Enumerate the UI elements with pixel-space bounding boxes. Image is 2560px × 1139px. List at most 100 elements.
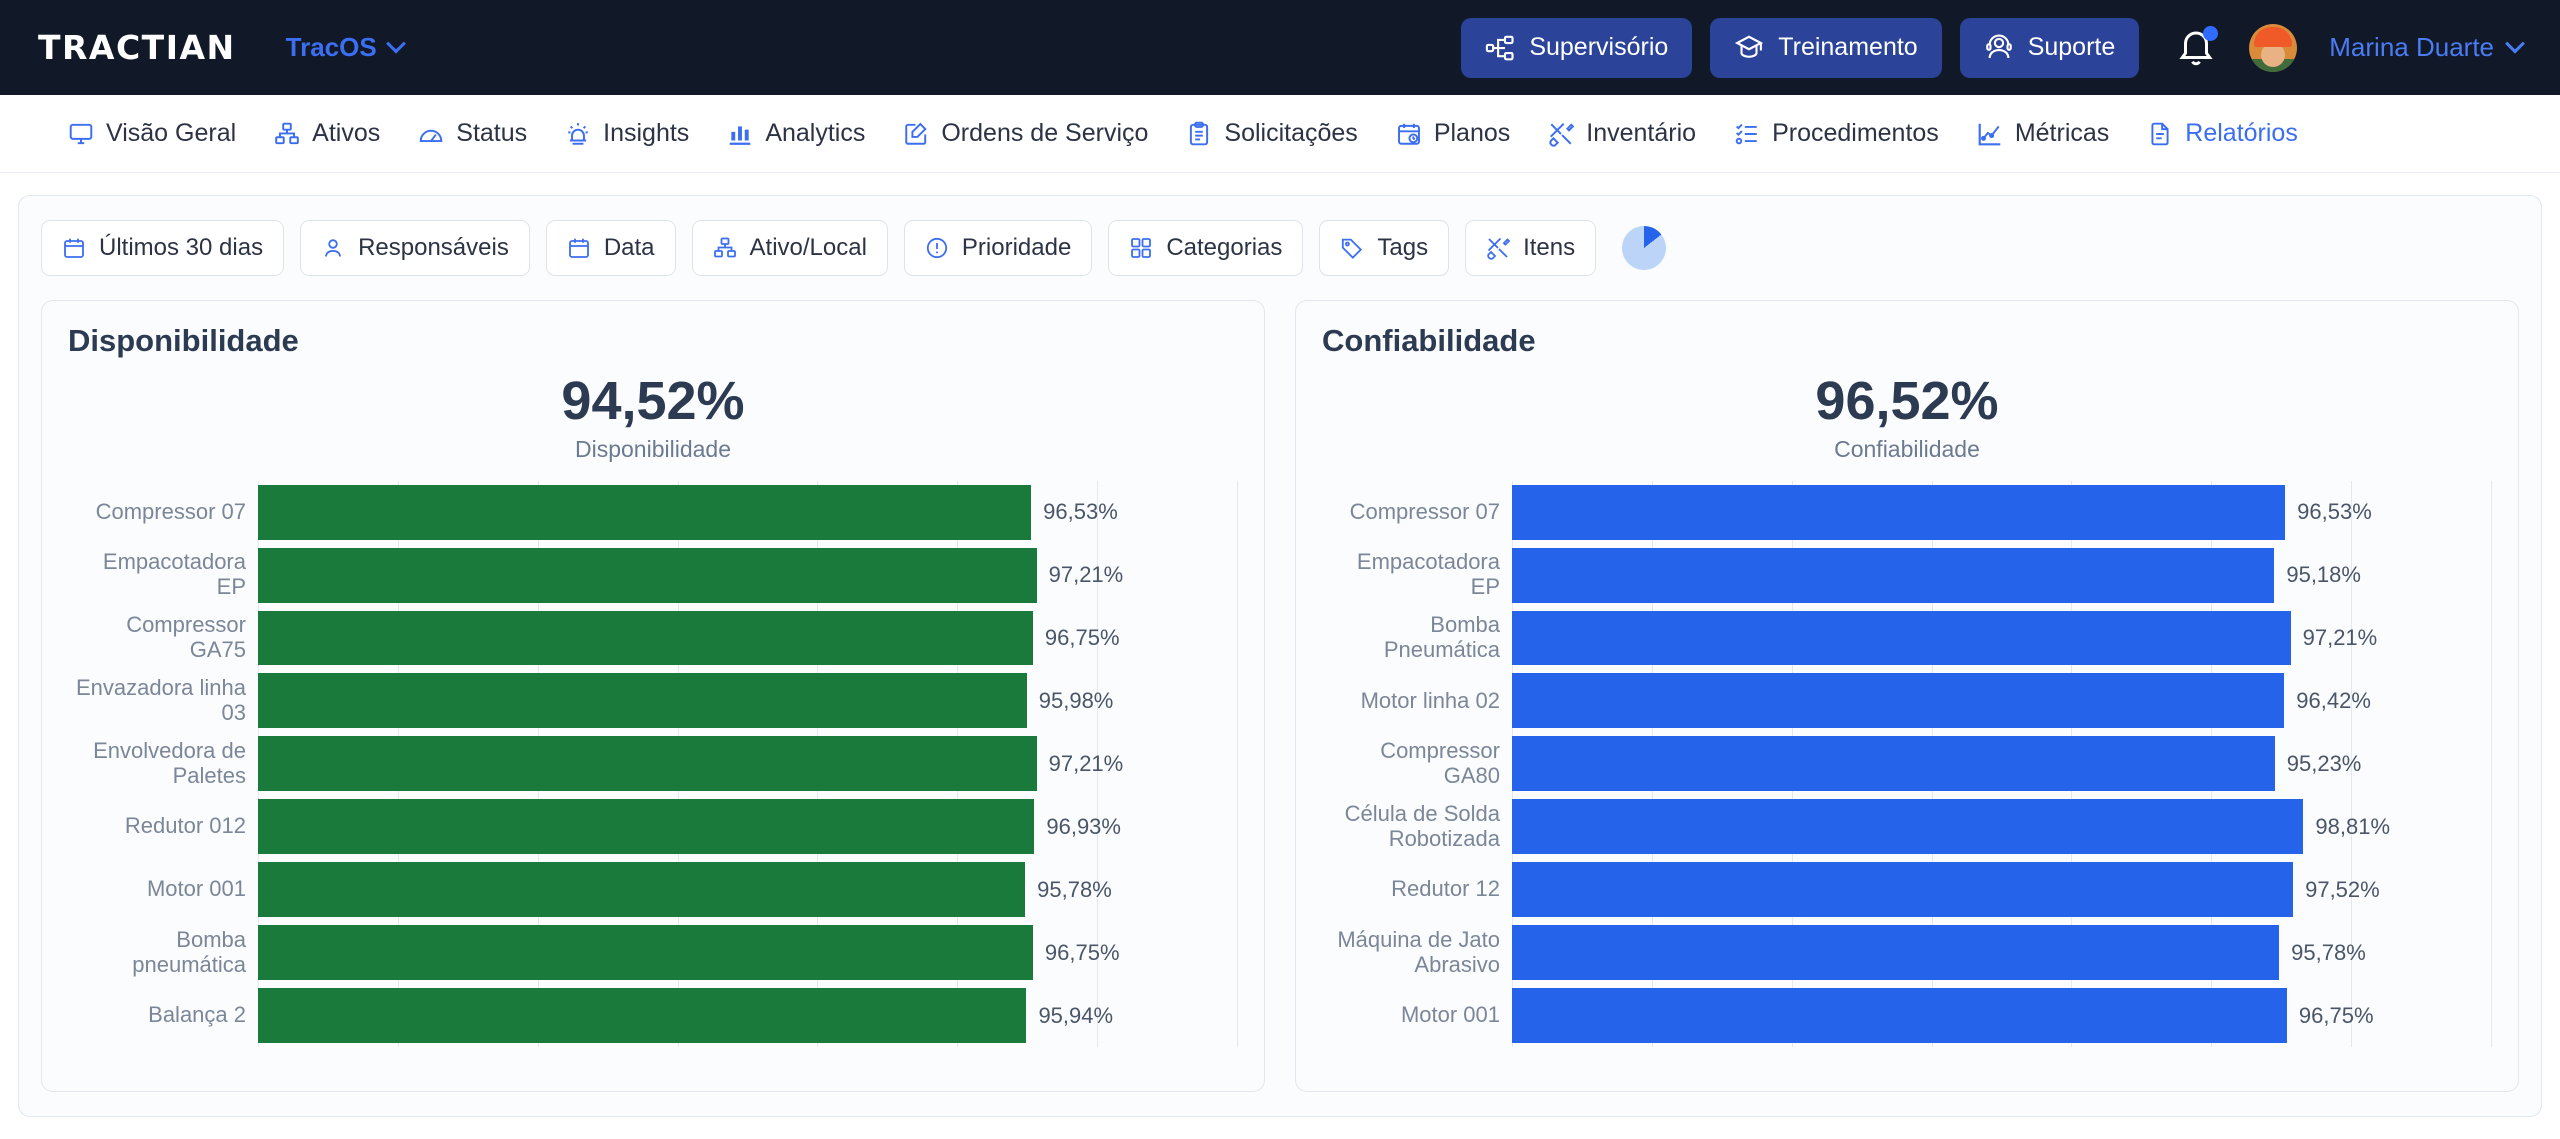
bar-value-label: 97,21% xyxy=(2302,624,2378,650)
avatar[interactable] xyxy=(2249,23,2298,72)
nav-label: Solicitações xyxy=(1224,119,1358,147)
bar-row[interactable]: 95,78% xyxy=(1512,921,2492,984)
nav-label: Ordens de Serviço xyxy=(941,119,1149,147)
bar-row[interactable]: 98,81% xyxy=(1512,795,2492,858)
bar[interactable] xyxy=(258,673,1027,729)
filter-tags[interactable]: Tags xyxy=(1319,220,1450,276)
checklist-icon xyxy=(1734,121,1760,147)
filter-ativo-local[interactable]: Ativo/Local xyxy=(691,220,888,276)
supervisory-icon xyxy=(1485,33,1515,63)
support-button[interactable]: Suporte xyxy=(1959,17,2140,78)
bar[interactable] xyxy=(258,547,1037,603)
bar-row[interactable]: 95,78% xyxy=(258,858,1238,921)
nav-item-ativos[interactable]: Ativos xyxy=(274,119,380,148)
bar-row[interactable]: 95,94% xyxy=(258,984,1238,1047)
availability-kpi: 94,52% Disponibilidade xyxy=(68,373,1238,463)
y-axis-label: Balança 2 xyxy=(148,1002,246,1028)
nav-item-analytics[interactable]: Analytics xyxy=(727,119,865,148)
bar-value-label: 96,42% xyxy=(2296,687,2371,713)
user-menu[interactable]: Marina Duarte xyxy=(2329,32,2525,63)
filter-prioridade[interactable]: Prioridade xyxy=(903,220,1093,276)
bar-row[interactable]: 96,93% xyxy=(258,795,1238,858)
bar[interactable] xyxy=(1512,988,2287,1043)
nav-label: Procedimentos xyxy=(1772,119,1939,147)
nav-label: Analytics xyxy=(765,119,866,147)
bar[interactable] xyxy=(258,925,1033,981)
bar-row[interactable]: 96,75% xyxy=(258,607,1238,670)
bar-value-label: 95,78% xyxy=(2291,939,2366,965)
bar-row[interactable]: 95,23% xyxy=(1512,732,2492,795)
bar-row[interactable]: 97,52% xyxy=(1512,858,2492,921)
nav-item-relatorios[interactable]: Relatórios xyxy=(2147,119,2298,148)
nav-item-status[interactable]: Status xyxy=(418,119,527,148)
y-axis-labels: Compressor 07 Empacotadora EP Compressor G… xyxy=(68,481,258,1073)
bar-value-label: 96,53% xyxy=(2297,499,2372,525)
nav-item-solicitacoes[interactable]: Solicitações xyxy=(1186,119,1358,148)
bar-row[interactable]: 96,42% xyxy=(1512,669,2492,732)
supervisory-button[interactable]: Supervisório xyxy=(1461,17,1693,78)
bar-row[interactable]: 95,18% xyxy=(1512,544,2492,607)
bar[interactable] xyxy=(258,862,1026,918)
y-axis-label: Empacotadora EP xyxy=(102,549,246,600)
bar-row[interactable]: 97,21% xyxy=(258,732,1238,795)
nav-item-procedimentos[interactable]: Procedimentos xyxy=(1734,119,1939,148)
bar[interactable] xyxy=(1512,484,2286,540)
bar-row[interactable]: 96,75% xyxy=(258,921,1238,984)
reports-panel: Últimos 30 dias Responsáveis Data Ativo/… xyxy=(18,195,2542,1117)
filter-categorias[interactable]: Categorias xyxy=(1108,220,1304,276)
bar[interactable] xyxy=(1512,736,2275,792)
bar-row[interactable]: 97,21% xyxy=(1512,607,2492,670)
bar[interactable] xyxy=(1512,925,2280,981)
bar[interactable] xyxy=(258,988,1027,1043)
bar[interactable] xyxy=(1512,610,2291,666)
bar-row[interactable]: 95,98% xyxy=(258,669,1238,732)
bar-row[interactable]: 96,53% xyxy=(258,481,1238,544)
bar[interactable] xyxy=(258,610,1033,666)
document-icon xyxy=(2147,121,2173,147)
grid-squares-icon xyxy=(1129,236,1153,260)
filter-label: Data xyxy=(603,234,655,261)
nav-label: Métricas xyxy=(2014,119,2110,147)
bar-row[interactable]: 96,75% xyxy=(1512,984,2492,1047)
y-axis-label: Redutor 012 xyxy=(124,813,246,839)
filter-label: Responsáveis xyxy=(358,234,509,261)
reliability-kpi: 96,52% Confiabilidade xyxy=(1322,373,2492,463)
support-label: Suporte xyxy=(2027,33,2116,61)
product-switcher[interactable]: TracOS xyxy=(286,32,406,63)
nav-item-inventario[interactable]: Inventário xyxy=(1548,119,1696,148)
filter-itens[interactable]: Itens xyxy=(1465,220,1597,276)
bar[interactable] xyxy=(1512,799,2304,855)
assets-tree-icon xyxy=(274,121,300,147)
training-button[interactable]: Treinamento xyxy=(1710,17,1942,78)
support-agent-icon xyxy=(1984,33,2014,63)
filter-last-30-days[interactable]: Últimos 30 dias xyxy=(41,220,285,276)
bar[interactable] xyxy=(258,799,1035,855)
notifications-button[interactable] xyxy=(2175,25,2219,71)
nav-item-visao-geral[interactable]: Visão Geral xyxy=(68,119,236,148)
nav-item-metricas[interactable]: Métricas xyxy=(1977,119,2109,148)
filter-data[interactable]: Data xyxy=(545,220,676,276)
bars: 96,53% 95,18% 97,21% 96,42% 95,23% 98,81% 97,5… xyxy=(1512,481,2492,1047)
graduation-cap-icon xyxy=(1734,33,1764,63)
filter-responsaveis[interactable]: Responsáveis xyxy=(300,220,530,276)
filter-label: Ativo/Local xyxy=(749,234,867,261)
siren-icon xyxy=(565,121,591,147)
nav-item-ordens-de-servico[interactable]: Ordens de Serviço xyxy=(903,119,1148,148)
y-axis-label: Motor linha 02 xyxy=(1360,687,1500,713)
clipboard-icon xyxy=(1186,121,1212,147)
nav-item-planos[interactable]: Planos xyxy=(1396,119,1510,148)
bar-value-label: 96,75% xyxy=(1044,624,1120,650)
filter-label: Últimos 30 dias xyxy=(99,234,264,261)
nav-item-insights[interactable]: Insights xyxy=(565,119,689,148)
kpi-value: 94,52% xyxy=(561,371,745,431)
bar-row[interactable]: 96,53% xyxy=(1512,481,2492,544)
bar[interactable] xyxy=(1512,673,2285,729)
bar[interactable] xyxy=(258,484,1032,540)
bar[interactable] xyxy=(1512,547,2275,603)
bar[interactable] xyxy=(258,736,1037,792)
bar-row[interactable]: 97,21% xyxy=(258,544,1238,607)
bar[interactable] xyxy=(1512,862,2294,918)
tools-icon xyxy=(1548,121,1575,147)
pie-progress-icon[interactable] xyxy=(1622,226,1667,270)
filter-label: Categorias xyxy=(1166,234,1283,261)
